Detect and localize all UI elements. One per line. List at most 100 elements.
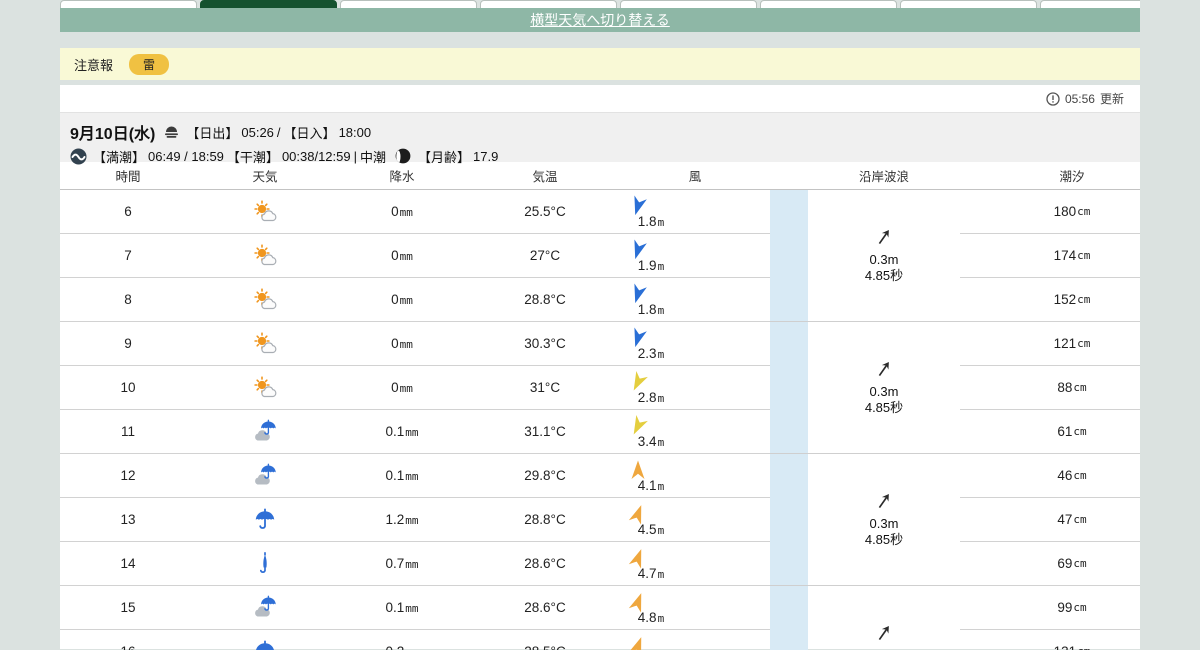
- wind-cell: 1.9m: [620, 238, 770, 273]
- header-tide: 潮汐: [1059, 170, 1085, 184]
- sunrise-icon: [163, 124, 180, 141]
- weather-icon: [196, 375, 334, 401]
- top-tab-strip: [60, 0, 1140, 8]
- tide-cell: 174 cm: [960, 234, 1140, 278]
- weather-icon: [196, 507, 334, 533]
- moon-age-value: 17.9: [473, 149, 499, 164]
- wind-cell: 1.8m: [620, 194, 770, 229]
- tide-cell: 121 cm: [960, 322, 1140, 366]
- precip-cell: 0.7mm: [385, 556, 419, 571]
- header-temp: 気温: [532, 170, 558, 184]
- tide-cell: 152 cm: [960, 278, 1140, 322]
- weather-icon: [196, 419, 334, 445]
- top-tab[interactable]: [1040, 0, 1140, 8]
- wave-group: 0.3m 4.85秒: [808, 454, 960, 586]
- moon-age-label: 【月齢】: [418, 150, 471, 165]
- wave-height: 0.3m: [869, 251, 899, 267]
- header-wave: 沿岸波浪: [858, 170, 909, 184]
- table-body: 6 0mm 25.5°C 1.8m 7 0mm 27°C 1.9m 8 0mm …: [60, 190, 1140, 650]
- wind-cell: 4.7m: [620, 547, 770, 581]
- weather-icon: [196, 639, 334, 650]
- weather-icon: [196, 551, 334, 577]
- tide-type: 中潮: [360, 150, 387, 165]
- hourly-rows: 6 0mm 25.5°C 1.8m 7 0mm 27°C 1.9m 8 0mm …: [60, 190, 770, 650]
- sunset-time: 18:00: [338, 124, 372, 140]
- tide-cell: 69 cm: [960, 542, 1140, 586]
- update-alert-icon: [1046, 91, 1060, 106]
- date-label: 9月10日(水): [70, 126, 156, 143]
- precip-cell: 0mm: [391, 204, 413, 219]
- low-tide-label: 【干潮】: [226, 150, 279, 165]
- top-tab[interactable]: [340, 0, 477, 8]
- wind-cell: 4.5m: [620, 503, 770, 537]
- tide-wave-icon: [70, 148, 87, 165]
- wind-direction-arrow: [627, 635, 649, 650]
- time-cell: 16: [60, 644, 196, 650]
- top-tab[interactable]: [760, 0, 897, 8]
- top-tab[interactable]: [480, 0, 617, 8]
- wind-cell: [620, 635, 770, 650]
- slash: /: [276, 124, 281, 140]
- coastal-wave-column: 0.3m 4.85秒 0.3m 4.85秒 0.3m 4.85秒 0.3m 4.…: [808, 190, 960, 650]
- top-tab-active[interactable]: [200, 0, 337, 8]
- wave-direction-arrow: [874, 359, 894, 384]
- highlight-band: [770, 190, 808, 650]
- weather-page: 横型天気へ切り替える 注意報 雷 05:56 更新 9月10日(水) 【日出】 …: [0, 0, 1200, 650]
- table-row: 15 0.1mm 28.6°C 4.8m: [60, 586, 770, 630]
- time-cell: 15: [120, 600, 136, 615]
- time-cell: 13: [120, 512, 136, 527]
- tide-cell: 180 cm: [960, 190, 1140, 234]
- wave-direction-arrow: [874, 623, 894, 648]
- precip-cell: 0mm: [391, 292, 413, 307]
- table-row: 11 0.1mm 31.1°C 3.4m: [60, 410, 770, 454]
- time-cell: 6: [124, 204, 132, 219]
- header-precip: 降水: [389, 170, 415, 184]
- time-cell: 9: [124, 336, 132, 351]
- top-tab[interactable]: [60, 0, 197, 8]
- date-header: 9月10日(水) 【日出】 05:26 / 【日入】 18:00 【満潮】 06…: [60, 112, 1140, 165]
- thunder-advisory-badge[interactable]: 雷: [129, 53, 170, 75]
- update-time-line: 05:56 更新: [60, 85, 1140, 112]
- precip-cell: 0.2mm: [334, 644, 470, 650]
- wind-cell: 2.3m: [620, 326, 770, 361]
- advisory-bar: 注意報 雷: [60, 48, 1140, 80]
- weather-icon: [196, 331, 334, 357]
- table-row: 13 1.2mm 28.8°C 4.5m: [60, 498, 770, 542]
- table-row: 7 0mm 27°C 1.9m: [60, 234, 770, 278]
- moon-phase-icon: [395, 148, 412, 165]
- wind-cell: 4.1m: [620, 459, 770, 493]
- forecast-panel: 05:56 更新 9月10日(水) 【日出】 05:26 / 【日入】 18:0…: [60, 85, 1140, 650]
- top-tab[interactable]: [900, 0, 1037, 8]
- update-time: 05:56: [1064, 91, 1095, 106]
- wave-group: 0.3m 4.85秒: [808, 586, 960, 650]
- time-cell: 11: [120, 424, 135, 439]
- weather-icon: [196, 595, 334, 621]
- weather-icon: [196, 463, 334, 489]
- wave-group: 0.3m 4.85秒: [808, 322, 960, 454]
- table-row: 14 0.7mm 28.6°C 4.7m: [60, 542, 770, 586]
- time-cell: 14: [120, 556, 136, 571]
- wave-period: 4.85秒: [864, 400, 904, 416]
- precip-cell: 0mm: [391, 380, 413, 395]
- top-tab[interactable]: [620, 0, 757, 8]
- precip-cell: 0mm: [391, 336, 413, 351]
- time-cell: 10: [120, 380, 136, 395]
- header-weather: 天気: [252, 170, 278, 184]
- header-time: 時間: [115, 170, 141, 184]
- table-row: 9 0mm 30.3°C 2.3m: [60, 322, 770, 366]
- sunrise-label: 【日出】: [186, 125, 239, 141]
- switch-to-horizontal-link[interactable]: 横型天気へ切り替える: [530, 10, 670, 30]
- tide-cell: 99 cm: [960, 586, 1140, 630]
- precip-cell: 0mm: [391, 248, 413, 263]
- time-cell: 12: [120, 468, 136, 483]
- time-cell: 8: [124, 292, 132, 307]
- tide-cell: 46 cm: [960, 454, 1140, 498]
- tide-cell: 88 cm: [960, 366, 1140, 410]
- weather-icon: [196, 287, 334, 313]
- tide-cell: 61 cm: [960, 410, 1140, 454]
- wind-cell: 3.4m: [620, 414, 770, 449]
- wave-height: 0.3m: [869, 515, 899, 531]
- time-cell: 7: [124, 248, 132, 263]
- wave-period: 4.85秒: [864, 532, 904, 548]
- view-switch-bar: 横型天気へ切り替える: [60, 8, 1140, 32]
